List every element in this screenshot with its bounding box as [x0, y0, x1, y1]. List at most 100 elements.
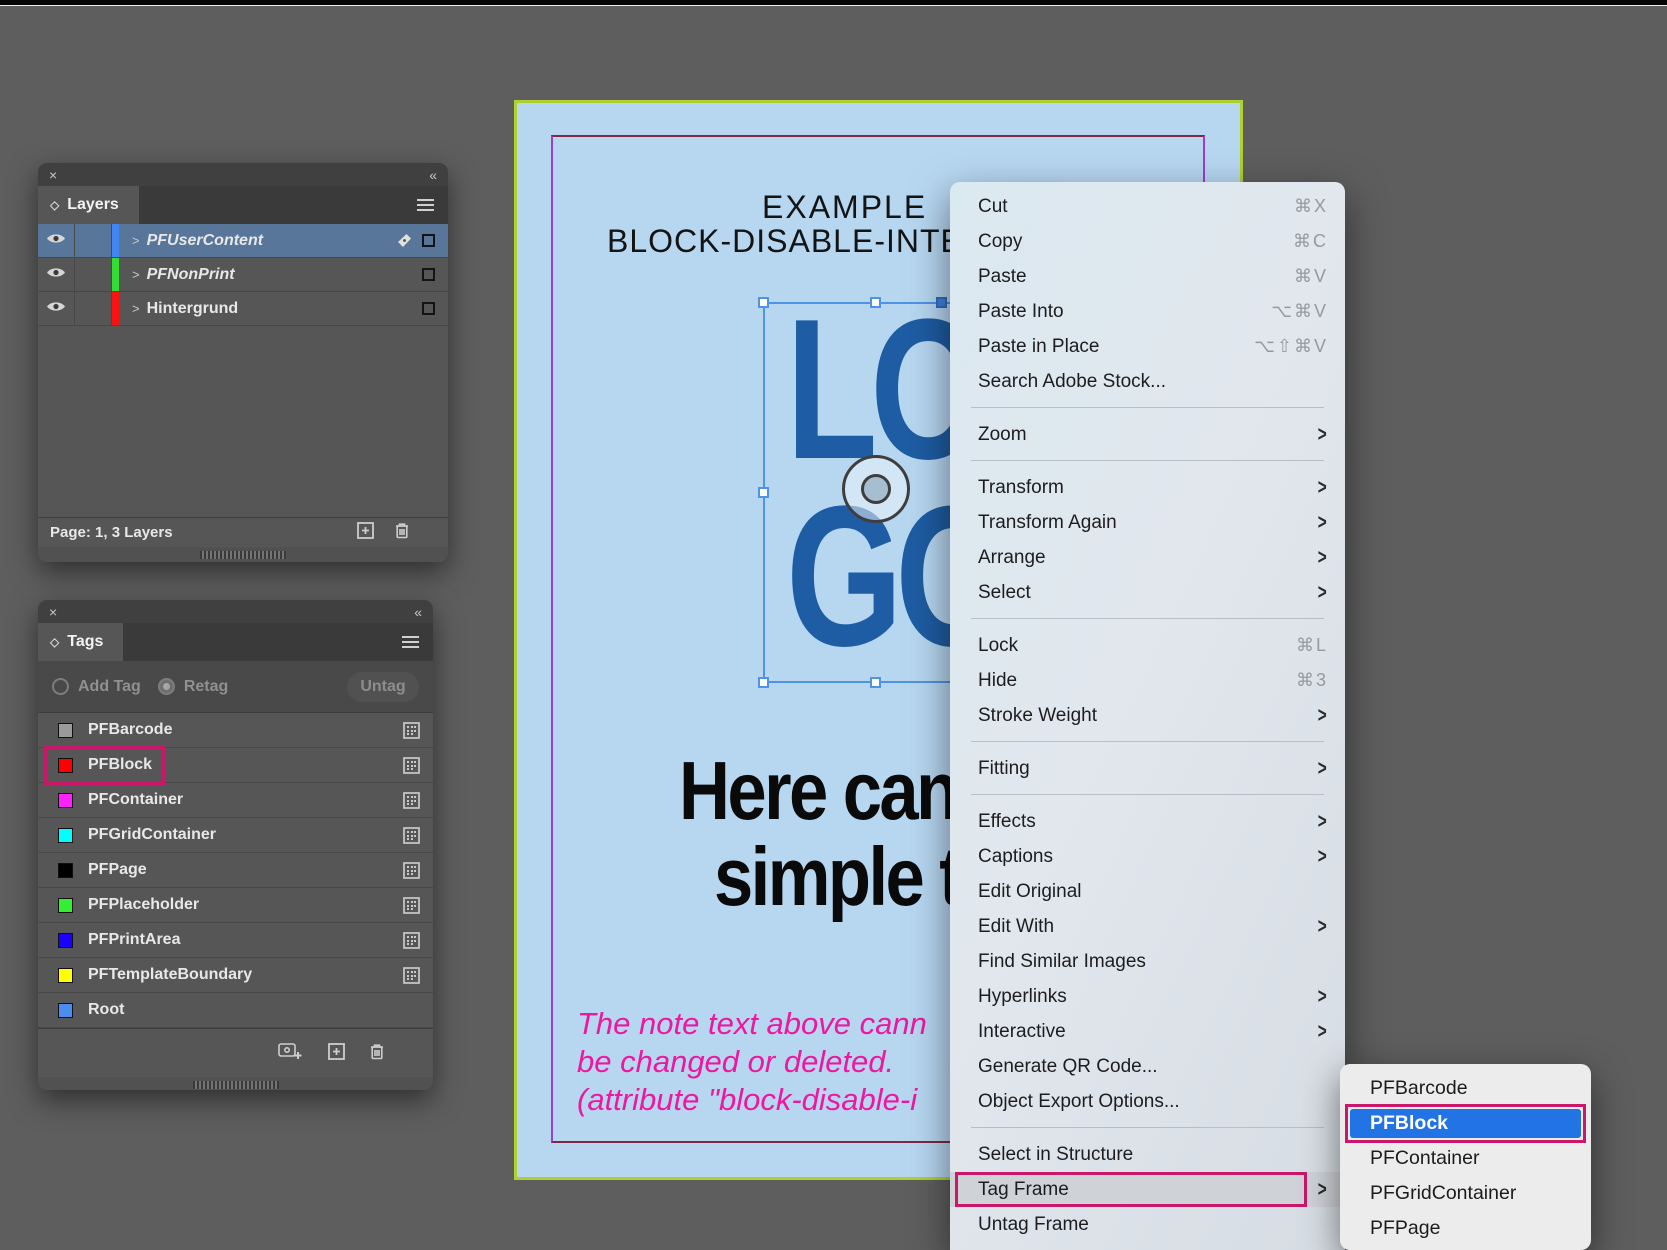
- menu-shortcut: ⌘L: [1296, 635, 1328, 656]
- selection-handle-frame-edge[interactable]: [936, 297, 947, 308]
- visibility-toggle[interactable]: [38, 258, 75, 291]
- autotag-grid-icon[interactable]: [403, 757, 420, 774]
- selection-handle-top-left[interactable]: [758, 297, 769, 308]
- autotag-grid-icon[interactable]: [403, 967, 420, 984]
- menu-item-copy[interactable]: Copy⌘C: [950, 224, 1345, 259]
- expander-icon[interactable]: >: [132, 233, 140, 248]
- selection-handle-bottom-center[interactable]: [870, 677, 881, 688]
- layer-row-hintergrund[interactable]: > Hintergrund: [38, 292, 448, 326]
- panel-menu-icon[interactable]: [417, 199, 434, 211]
- menu-item-paste-in-place[interactable]: Paste in Place⌥⇧⌘V: [950, 329, 1345, 364]
- collapse-icon[interactable]: «: [429, 167, 437, 183]
- menu-item-object-export-options[interactable]: Object Export Options...: [950, 1084, 1345, 1119]
- retag-radio[interactable]: [158, 678, 175, 695]
- menu-item-effects[interactable]: Effects>: [950, 804, 1345, 839]
- autotag-grid-icon[interactable]: [403, 722, 420, 739]
- autotag-grid-icon[interactable]: [403, 827, 420, 844]
- page-heading-line2[interactable]: BLOCK-DISABLE-INTE: [607, 223, 963, 260]
- tag-row-pfplaceholder[interactable]: PFPlaceholder: [38, 888, 433, 923]
- menu-item-tag-frame[interactable]: Tag Frame >: [950, 1172, 1345, 1207]
- visibility-toggle[interactable]: [38, 224, 75, 257]
- page-body-text-line1[interactable]: Here can: [679, 749, 957, 832]
- menu-item-cut[interactable]: Cut⌘X: [950, 189, 1345, 224]
- menu-item-generate-qr-code[interactable]: Generate QR Code...: [950, 1049, 1345, 1084]
- tag-row-pfgridcontainer[interactable]: PFGridContainer: [38, 818, 433, 853]
- lock-column[interactable]: [75, 224, 112, 257]
- menu-item-paste[interactable]: Paste⌘V: [950, 259, 1345, 294]
- panel-resize-grip[interactable]: [38, 1077, 433, 1090]
- tag-row-root[interactable]: Root: [38, 993, 433, 1028]
- menu-item-hide[interactable]: Hide⌘3: [950, 663, 1345, 698]
- autotag-grid-icon[interactable]: [403, 932, 420, 949]
- tab-tags[interactable]: ◇ Tags: [38, 623, 123, 661]
- menu-item-find-similar-images[interactable]: Find Similar Images: [950, 944, 1345, 979]
- menu-item-search-adobe-stock[interactable]: Search Adobe Stock...: [950, 364, 1345, 399]
- page-note-line2[interactable]: be changed or deleted.: [577, 1044, 894, 1080]
- menu-item-interactive[interactable]: Interactive>: [950, 1014, 1345, 1049]
- layer-row-pfnonprint[interactable]: > PFNonPrint: [38, 258, 448, 292]
- close-icon[interactable]: ×: [49, 604, 57, 620]
- tag-row-pfbarcode[interactable]: PFBarcode: [38, 713, 433, 748]
- new-tag-from-selection-button[interactable]: [278, 1042, 304, 1065]
- close-icon[interactable]: ×: [49, 167, 57, 183]
- page-heading-line1[interactable]: EXAMPLE: [762, 189, 927, 226]
- add-tag-radio[interactable]: [52, 678, 69, 695]
- tab-layers[interactable]: ◇ Layers: [38, 186, 139, 224]
- page-note-line1[interactable]: The note text above cann: [577, 1006, 927, 1042]
- selection-handle-top-center[interactable]: [870, 297, 881, 308]
- layer-name[interactable]: Hintergrund: [147, 300, 239, 318]
- autotag-grid-icon[interactable]: [403, 862, 420, 879]
- submenu-item-pfgridcontainer[interactable]: PFGridContainer: [1340, 1176, 1591, 1211]
- lock-column[interactable]: [75, 258, 112, 291]
- selection-handle-bottom-left[interactable]: [758, 677, 769, 688]
- expander-icon[interactable]: >: [132, 301, 140, 316]
- layer-target-square[interactable]: [422, 234, 435, 247]
- menu-item-select-in-structure[interactable]: Select in Structure: [950, 1137, 1345, 1172]
- new-tag-button[interactable]: [328, 1043, 345, 1064]
- delete-tag-button[interactable]: [369, 1043, 385, 1064]
- menu-item-edit-original[interactable]: Edit Original: [950, 874, 1345, 909]
- panel-menu-icon[interactable]: [402, 636, 419, 648]
- tag-row-pfpage[interactable]: PFPage: [38, 853, 433, 888]
- new-layer-button[interactable]: [357, 522, 374, 543]
- tag-row-pfcontainer[interactable]: PFContainer: [38, 783, 433, 818]
- menu-item-captions[interactable]: Captions>: [950, 839, 1345, 874]
- delete-layer-button[interactable]: [394, 522, 410, 543]
- autotag-grid-icon[interactable]: [403, 897, 420, 914]
- menu-item-hyperlinks[interactable]: Hyperlinks>: [950, 979, 1345, 1014]
- tag-row-pfprintarea[interactable]: PFPrintArea: [38, 923, 433, 958]
- menu-item-transform-again[interactable]: Transform Again>: [950, 505, 1345, 540]
- layer-target-square[interactable]: [422, 268, 435, 281]
- selection-handle-mid-left[interactable]: [758, 487, 769, 498]
- menu-item-lock[interactable]: Lock⌘L: [950, 628, 1345, 663]
- layer-target-square[interactable]: [422, 302, 435, 315]
- submenu-item-pfbarcode[interactable]: PFBarcode: [1340, 1071, 1591, 1106]
- menu-item-zoom[interactable]: Zoom>: [950, 417, 1345, 452]
- submenu-item-pfpage[interactable]: PFPage: [1340, 1211, 1591, 1246]
- menu-item-select[interactable]: Select>: [950, 575, 1345, 610]
- layer-name[interactable]: PFNonPrint: [147, 266, 235, 284]
- untag-button[interactable]: Untag: [347, 672, 419, 702]
- content-grabber-center[interactable]: [861, 474, 891, 504]
- menu-item-arrange[interactable]: Arrange>: [950, 540, 1345, 575]
- menu-item-untag-frame[interactable]: Untag Frame: [950, 1207, 1345, 1242]
- layer-name[interactable]: PFUserContent: [147, 232, 263, 250]
- menu-item-stroke-weight[interactable]: Stroke Weight>: [950, 698, 1345, 733]
- autotag-grid-icon[interactable]: [403, 792, 420, 809]
- layer-row-pfusercontent[interactable]: > PFUserContent: [38, 224, 448, 258]
- menu-item-fitting[interactable]: Fitting>: [950, 751, 1345, 786]
- menu-item-edit-with[interactable]: Edit With>: [950, 909, 1345, 944]
- submenu-item-pfblock[interactable]: PFBlock: [1350, 1109, 1581, 1138]
- panel-resize-grip[interactable]: [38, 547, 448, 562]
- expander-icon[interactable]: >: [132, 267, 140, 282]
- lock-column[interactable]: [75, 292, 112, 325]
- tag-row-pftemplateboundary[interactable]: PFTemplateBoundary: [38, 958, 433, 993]
- page-note-line3[interactable]: (attribute "block-disable-i: [577, 1082, 917, 1118]
- visibility-toggle[interactable]: [38, 292, 75, 325]
- menu-item-paste-into[interactable]: Paste Into⌥⌘V: [950, 294, 1345, 329]
- collapse-icon[interactable]: «: [414, 604, 422, 620]
- page-body-text-line2[interactable]: simple t: [714, 835, 960, 918]
- submenu-arrow-icon: >: [1318, 984, 1327, 1009]
- menu-item-transform[interactable]: Transform>: [950, 470, 1345, 505]
- submenu-item-pfcontainer[interactable]: PFContainer: [1340, 1141, 1591, 1176]
